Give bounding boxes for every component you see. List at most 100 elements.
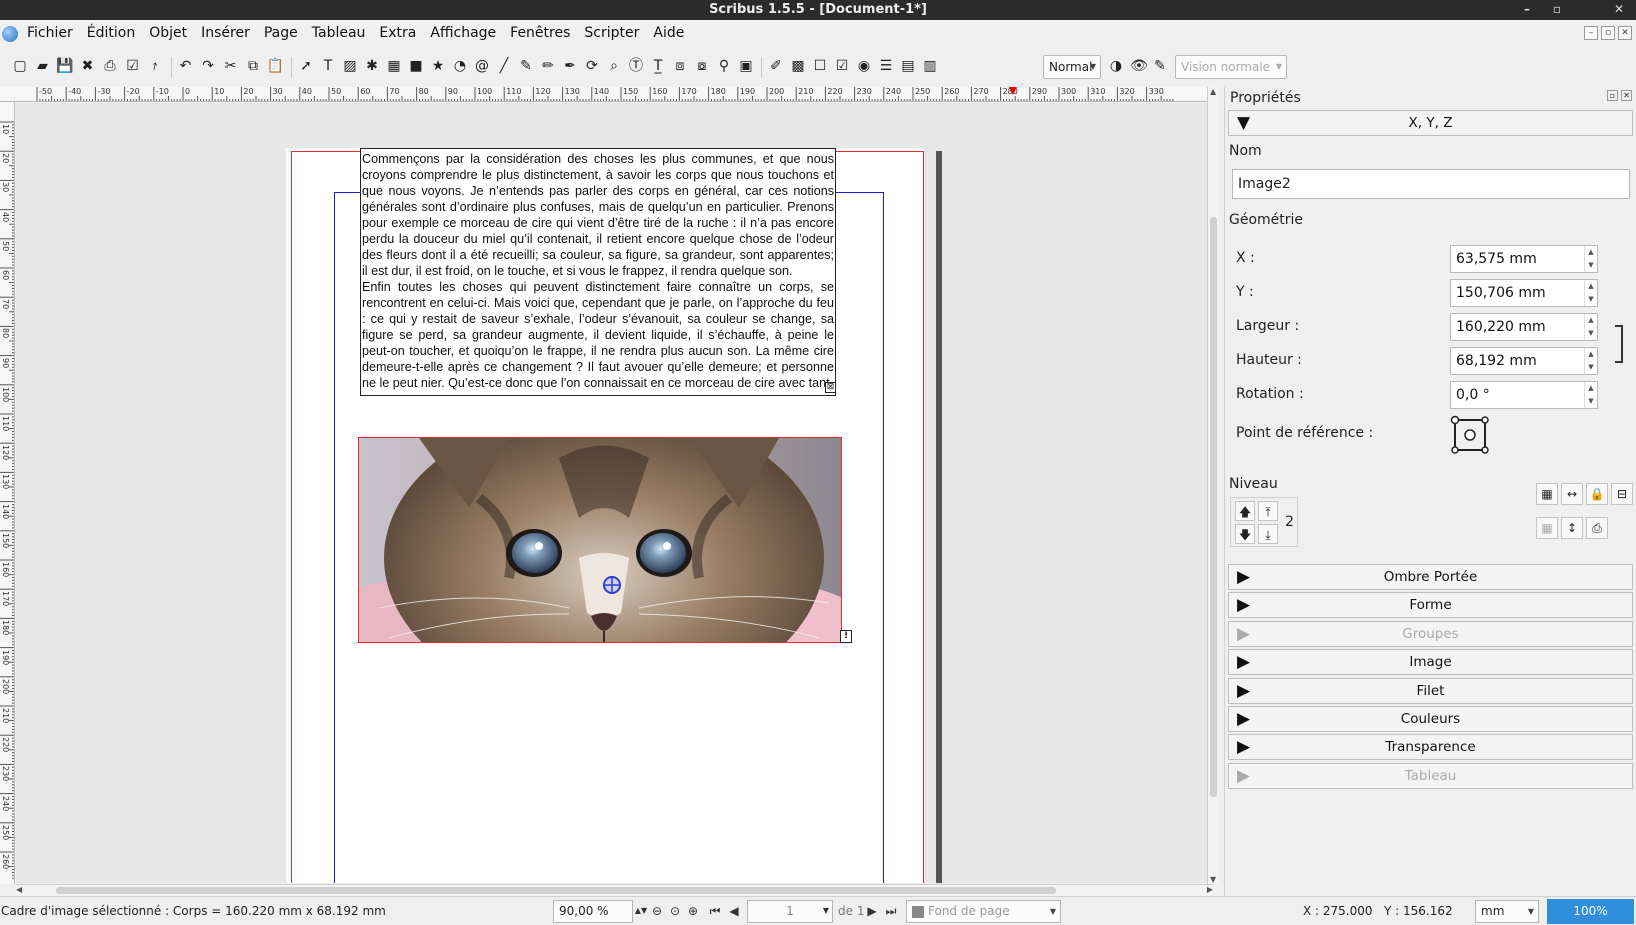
link-dimensions-icon[interactable]	[1615, 325, 1623, 363]
rotate-icon[interactable]: ⟳	[583, 57, 601, 75]
edit-contents-icon[interactable]: Ⓣ	[627, 57, 645, 75]
new-icon[interactable]: ▢	[11, 57, 29, 75]
menu-objet[interactable]: Objet	[142, 20, 194, 47]
float-panel-icon[interactable]: ▫	[1607, 90, 1618, 101]
zoom-100-button[interactable]: 100%	[1547, 899, 1634, 924]
y-field[interactable]: 150,706 mm ▲ ▼	[1450, 279, 1598, 307]
mode-select[interactable]: Normal ▼	[1043, 55, 1101, 79]
section-xyz[interactable]: ▼ X, Y, Z	[1228, 110, 1633, 136]
vertical-ruler[interactable]: 10 20 30 40 50 60 70 80 90 100 110 120 130 140 150 160 1…	[0, 102, 15, 884]
text-overflow-icon[interactable]: ⊠	[825, 382, 836, 393]
unlink-frames-icon[interactable]: ⧇	[693, 57, 711, 75]
pdf-text-field-icon[interactable]: ☐	[811, 57, 829, 75]
lower-icon[interactable]: 🡇	[1235, 524, 1255, 544]
pdf-combo-box-icon[interactable]: ◉	[855, 57, 873, 75]
preflight-icon[interactable]: ☑	[124, 57, 142, 75]
calligraphic-icon[interactable]: ✒	[561, 57, 579, 75]
pdf-list-box-icon[interactable]: ☰	[877, 57, 895, 75]
render-frame-icon[interactable]: ✱	[363, 57, 381, 75]
text-frame-icon[interactable]: T	[319, 57, 337, 75]
x-field[interactable]: 63,575 mm ▲ ▼	[1450, 245, 1598, 273]
chevron-down-icon[interactable]: ▼	[818, 903, 834, 919]
pdf-push-button-icon[interactable]: ▩	[789, 57, 807, 75]
next-page-icon[interactable]: ▶	[864, 903, 880, 919]
horizontal-scrollbar[interactable]: ◀ ▶	[16, 884, 1213, 896]
group-icon[interactable]: ▦	[1536, 483, 1558, 505]
scroll-up-icon[interactable]: ▲	[1210, 87, 1216, 96]
edit-text-icon[interactable]: T̲	[649, 57, 667, 75]
table-icon[interactable]: ▦	[385, 57, 403, 75]
measure-icon[interactable]: ⚲	[715, 57, 733, 75]
spin-arrows-icon[interactable]: ▲▼	[1584, 246, 1597, 272]
spin-arrows-icon[interactable]: ▲▼	[1584, 314, 1597, 340]
ungroup-icon[interactable]: ▦	[1536, 517, 1558, 539]
text-frame[interactable]: Commençons par la considération des chos…	[360, 148, 836, 396]
section-7[interactable]: ▶ Tableau	[1228, 762, 1633, 789]
menu-page[interactable]: Page	[257, 20, 305, 47]
menu-fichier[interactable]: Fichier	[20, 20, 80, 47]
spin-arrows-icon[interactable]: ▲▼	[633, 903, 649, 919]
copy-icon[interactable]: ⧉	[244, 57, 262, 75]
zoom-out-icon[interactable]: ⊖	[649, 903, 665, 919]
scroll-left-icon[interactable]: ◀	[16, 885, 22, 894]
arc-icon[interactable]: ◔	[451, 57, 469, 75]
lock-icon[interactable]: 🔒	[1586, 483, 1608, 505]
shape-icon[interactable]: ■	[407, 57, 425, 75]
print-icon[interactable]: ⎙	[101, 57, 119, 75]
section-3[interactable]: ▶ Image	[1228, 649, 1633, 676]
pdf-text-annotation-icon[interactable]: ▤	[899, 57, 917, 75]
open-icon[interactable]: ▰	[34, 57, 52, 75]
redo-icon[interactable]: ↷	[199, 57, 217, 75]
export-pdf-icon[interactable]: ⭎	[146, 57, 164, 75]
image-frame-icon[interactable]: ▨	[341, 57, 359, 75]
menu-fenetres[interactable]: Fenêtres	[503, 20, 577, 47]
image-frame[interactable]	[358, 437, 842, 643]
line-icon[interactable]: ╱	[495, 57, 513, 75]
freehand-icon[interactable]: ✏	[539, 57, 557, 75]
spiral-icon[interactable]: @	[473, 57, 491, 75]
menu-scripter[interactable]: Scripter	[577, 20, 646, 47]
mdi-minimize-icon[interactable]: –	[1584, 26, 1598, 40]
name-field[interactable]: Image2	[1232, 169, 1630, 199]
scroll-right-icon[interactable]: ▶	[1207, 885, 1213, 894]
menu-affichage[interactable]: Affichage	[423, 20, 503, 47]
section-0[interactable]: ▶ Ombre Portée	[1228, 564, 1633, 590]
scroll-thumb[interactable]	[56, 887, 1056, 894]
close-doc-icon[interactable]: ✖	[79, 57, 97, 75]
flip-horizontal-icon[interactable]: ↔	[1561, 483, 1583, 505]
lock-size-icon[interactable]: ⊟	[1611, 483, 1633, 505]
last-page-icon[interactable]: ⏭	[883, 903, 899, 919]
layer-select[interactable]: Fond de page ▼	[906, 900, 1061, 923]
section-4[interactable]: ▶ Filet	[1228, 677, 1633, 704]
reference-point-icon[interactable]	[1450, 415, 1490, 455]
vision-select[interactable]: Vision normale ▼	[1175, 55, 1287, 79]
menu-aide[interactable]: Aide	[646, 20, 691, 47]
previous-page-icon[interactable]: ◀	[726, 903, 742, 919]
copy-props-icon[interactable]: ▣	[737, 57, 755, 75]
menu-extra[interactable]: Extra	[372, 20, 423, 47]
section-5[interactable]: ▶ Couleurs	[1228, 706, 1633, 732]
spin-arrows-icon[interactable]: ▲▼	[1584, 382, 1597, 408]
paste-icon[interactable]: 📋	[267, 57, 285, 75]
height-field[interactable]: 68,192 mm ▲ ▼	[1450, 347, 1598, 375]
menu-inserer[interactable]: Insérer	[194, 20, 257, 47]
section-1[interactable]: ▶ Forme	[1228, 592, 1633, 619]
close-window-button[interactable]: ✕	[1606, 0, 1632, 20]
scroll-thumb[interactable]	[1210, 217, 1217, 797]
horizontal-ruler[interactable]: -50 -40 -30 -20 -10 0 10 20 30 40 50 60 70 80 90 100 110…	[0, 87, 1213, 102]
zoom-in-icon[interactable]: ⊕	[685, 903, 701, 919]
image-info-icon[interactable]: !	[840, 630, 852, 643]
menu-tableau[interactable]: Tableau	[305, 20, 373, 47]
bezier-icon[interactable]: ✎	[517, 57, 535, 75]
lower-to-bottom-icon[interactable]: ⤓	[1258, 524, 1278, 544]
rotation-center-icon[interactable]	[603, 576, 621, 594]
width-field[interactable]: 160,220 mm ▲ ▼	[1450, 313, 1598, 341]
zoom-actual-icon[interactable]: ⊙	[667, 903, 683, 919]
pdf-checkbox-icon[interactable]: ☑	[833, 57, 851, 75]
save-icon[interactable]: 💾	[56, 57, 74, 75]
cut-icon[interactable]: ✂	[222, 57, 240, 75]
mdi-restore-icon[interactable]: ▫	[1601, 26, 1615, 40]
select-icon[interactable]: ➚	[297, 57, 315, 75]
unit-select[interactable]: mm ▼	[1475, 900, 1539, 923]
raise-icon[interactable]: 🡅	[1235, 501, 1255, 521]
